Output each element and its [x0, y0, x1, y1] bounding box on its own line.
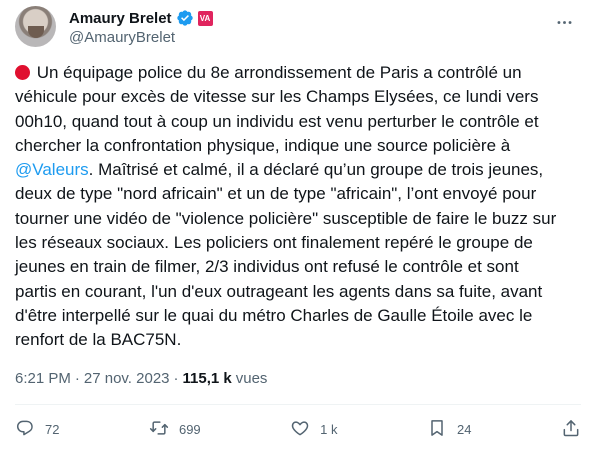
author-names: Amaury Brelet VA @AmauryBrelet: [69, 8, 213, 46]
reply-icon: [15, 418, 35, 441]
tweet-text: Un équipage police du 8e arrondissement …: [15, 61, 575, 353]
like-button[interactable]: 1 k: [290, 418, 338, 441]
bookmark-button[interactable]: 24: [427, 418, 471, 441]
repost-button[interactable]: 699: [149, 418, 201, 441]
share-button[interactable]: [561, 418, 581, 441]
tweet: Amaury Brelet VA @AmauryBrelet Un équipa…: [0, 0, 596, 450]
tweet-text-part-1: Un équipage police du 8e arrondissement …: [15, 63, 539, 155]
more-icon[interactable]: [552, 10, 576, 34]
tweet-time[interactable]: 6:21 PM: [15, 370, 71, 387]
tweet-date[interactable]: 27 nov. 2023: [84, 370, 170, 387]
like-icon: [290, 418, 310, 441]
reply-button[interactable]: 72: [15, 418, 59, 441]
views-label: vues: [235, 370, 268, 387]
views-count[interactable]: 115,1 k: [183, 370, 232, 387]
bookmark-icon: [427, 418, 447, 441]
verified-badge-icon: [176, 9, 194, 27]
tweet-meta: 6:21 PM · 27 nov. 2023 · 115,1 k vues: [15, 370, 267, 387]
like-count: 1 k: [320, 421, 338, 437]
affiliate-badge[interactable]: VA: [197, 10, 213, 26]
reply-count: 72: [45, 421, 60, 437]
red-circle-icon: [15, 65, 30, 80]
avatar-beard: [28, 26, 44, 38]
action-bar: 72 699 1 k 24: [15, 414, 581, 444]
author-handle[interactable]: @AmauryBrelet: [69, 29, 213, 46]
meta-separator-2: ·: [173, 370, 179, 387]
meta-separator: ·: [74, 370, 80, 387]
author-display-name[interactable]: Amaury Brelet: [69, 10, 172, 27]
name-row: Amaury Brelet VA: [69, 8, 213, 28]
avatar[interactable]: [15, 6, 56, 47]
tweet-header: Amaury Brelet VA @AmauryBrelet: [15, 6, 584, 50]
bookmark-count: 24: [457, 421, 472, 437]
mention-link[interactable]: @Valeurs: [15, 160, 89, 179]
repost-count: 699: [178, 421, 201, 437]
share-icon: [561, 418, 581, 441]
tweet-text-part-2: . Maîtrisé et calmé, il a déclaré qu’un …: [15, 160, 557, 350]
repost-icon: [149, 418, 169, 441]
divider: [15, 404, 581, 405]
